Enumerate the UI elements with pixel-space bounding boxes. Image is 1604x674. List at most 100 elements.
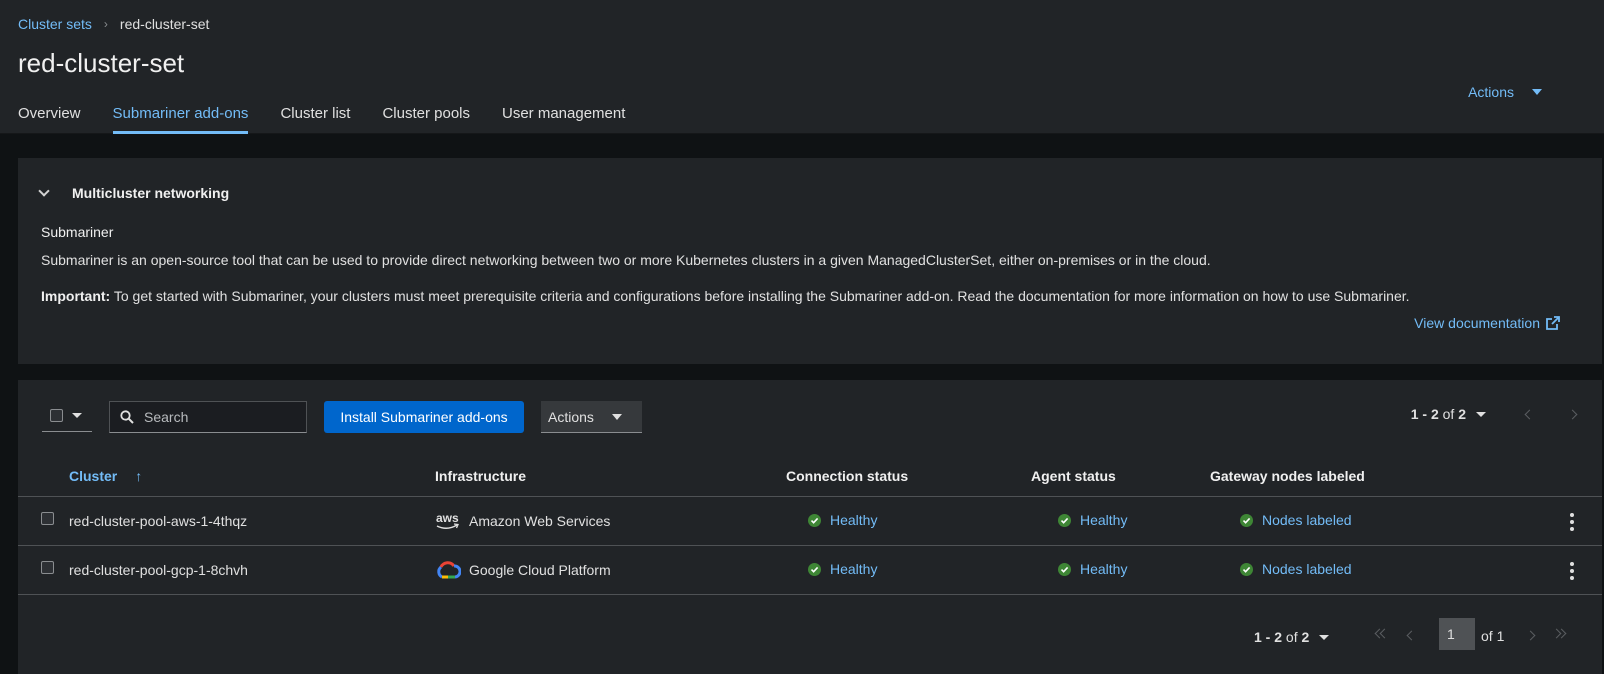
gateway-nodes-label: Nodes labeled: [1262, 561, 1352, 577]
bottom-pagination-count-toggle[interactable]: 1 - 2 of 2: [1254, 629, 1330, 645]
infrastructure-cell: aws Amazon Web Services: [435, 510, 610, 532]
tab-user-management[interactable]: User management: [502, 105, 625, 134]
cluster-name: red-cluster-pool-gcp-1-8chvh: [69, 562, 248, 578]
install-submariner-button[interactable]: Install Submariner add-ons: [324, 401, 524, 433]
bottom-pagination-of: of: [1285, 629, 1298, 645]
connection-status[interactable]: Healthy: [808, 512, 877, 528]
previous-page-icon[interactable]: [1524, 409, 1535, 419]
connection-status[interactable]: Healthy: [808, 561, 877, 577]
tab-cluster-list[interactable]: Cluster list: [280, 105, 350, 134]
gcp-icon: [435, 559, 461, 581]
cluster-name: red-cluster-pool-aws-1-4thqz: [69, 513, 248, 529]
page-title: red-cluster-set: [18, 48, 185, 78]
page-number-input[interactable]: [1439, 618, 1475, 650]
column-header-agent-status: Agent status: [1031, 468, 1116, 484]
submariner-subtitle: Submariner: [41, 224, 114, 240]
caret-down-icon: [611, 413, 622, 420]
submariner-table-card: Install Submariner add-ons Actions 1 - 2…: [18, 380, 1602, 674]
column-header-infrastructure: Infrastructure: [435, 468, 527, 484]
multicluster-networking-card: Multicluster networking Submariner Subma…: [18, 158, 1602, 364]
caret-down-icon: [72, 413, 82, 418]
gateway-nodes-status[interactable]: Nodes labeled: [1240, 561, 1352, 577]
toolbar-actions-dropdown[interactable]: Actions: [541, 401, 642, 433]
caret-down-icon: [1319, 634, 1330, 640]
breadcrumb-separator-icon: ›: [103, 17, 108, 31]
bulk-select-dropdown[interactable]: [42, 400, 92, 432]
infrastructure-cell: Google Cloud Platform: [435, 559, 611, 581]
agent-status-label: Healthy: [1080, 561, 1128, 577]
row-select-checkbox[interactable]: [41, 561, 54, 574]
tab-overview[interactable]: Overview: [18, 105, 81, 134]
important-label: Important:: [41, 288, 111, 304]
search-input[interactable]: [144, 409, 294, 425]
caret-down-icon: [1476, 411, 1486, 417]
column-header-gateway-nodes: Gateway nodes labeled: [1210, 468, 1365, 484]
header-actions-label: Actions: [1468, 84, 1514, 100]
pagination-count-toggle[interactable]: 1 - 2 of 2: [1411, 406, 1486, 422]
next-page-icon[interactable]: [1525, 630, 1536, 641]
breadcrumb: Cluster sets › red-cluster-set: [18, 16, 209, 32]
multicluster-networking-toggle[interactable]: Multicluster networking: [38, 185, 230, 201]
page-header: Cluster sets › red-cluster-set red-clust…: [0, 0, 1604, 134]
first-page-icon[interactable]: [1374, 628, 1390, 639]
bottom-pagination-range: 1 - 2: [1254, 629, 1283, 645]
row-actions-kebab-icon[interactable]: [1570, 513, 1574, 531]
tab-submariner-add-ons[interactable]: Submariner add-ons: [112, 105, 248, 134]
svg-text:aws: aws: [436, 511, 459, 525]
infrastructure-name: Google Cloud Platform: [469, 562, 611, 578]
view-documentation-link[interactable]: View documentation: [1414, 315, 1560, 331]
search-box: [109, 401, 307, 433]
column-header-cluster-label: Cluster: [69, 468, 118, 484]
connection-status-label: Healthy: [830, 561, 878, 577]
search-icon: [120, 410, 134, 424]
row-select-checkbox[interactable]: [41, 512, 54, 525]
important-text: To get started with Submariner, your clu…: [110, 288, 1410, 304]
check-circle-icon: [808, 513, 821, 527]
agent-status[interactable]: Healthy: [1058, 512, 1127, 528]
check-circle-icon: [1240, 513, 1253, 527]
page-count-label: of 1: [1481, 628, 1505, 644]
bulk-select-checkbox[interactable]: [50, 409, 63, 422]
submariner-description: Submariner is an open-source tool that c…: [41, 252, 1211, 268]
aws-icon: aws: [435, 510, 461, 532]
infrastructure-name: Amazon Web Services: [469, 513, 611, 529]
sort-ascending-icon: ↑: [135, 468, 143, 484]
toolbar-actions-label: Actions: [548, 408, 594, 425]
bottom-pagination-total: 2: [1301, 629, 1310, 645]
caret-down-icon: [1532, 89, 1542, 95]
chevron-down-icon: [38, 185, 50, 197]
gateway-nodes-label: Nodes labeled: [1262, 512, 1352, 528]
bottom-pagination: 1 - 2 of 2 of 1: [18, 618, 1602, 654]
check-circle-icon: [1058, 562, 1071, 576]
pagination-range: 1 - 2: [1410, 406, 1439, 422]
breadcrumb-current: red-cluster-set: [119, 16, 210, 32]
submariner-table: Cluster ↑ Infrastructure Connection stat…: [18, 455, 1602, 595]
check-circle-icon: [1058, 513, 1071, 527]
top-pagination: 1 - 2 of 2: [1411, 406, 1578, 422]
check-circle-icon: [808, 562, 821, 576]
previous-page-icon[interactable]: [1406, 630, 1417, 641]
gateway-nodes-status[interactable]: Nodes labeled: [1240, 512, 1352, 528]
external-link-icon: [1546, 316, 1560, 330]
tabs: Overview Submariner add-ons Cluster list…: [18, 105, 657, 134]
check-circle-icon: [1240, 562, 1253, 576]
tab-cluster-pools[interactable]: Cluster pools: [382, 105, 470, 134]
view-documentation-label: View documentation: [1414, 315, 1540, 331]
agent-status-label: Healthy: [1080, 512, 1128, 528]
multicluster-networking-title: Multicluster networking: [72, 185, 230, 201]
header-actions-dropdown[interactable]: Actions: [1468, 84, 1542, 100]
connection-status-label: Healthy: [830, 512, 878, 528]
table-header: Cluster ↑ Infrastructure Connection stat…: [18, 455, 1602, 497]
table-row: red-cluster-pool-aws-1-4thqz aws Amazon …: [18, 497, 1602, 546]
pagination-of: of: [1442, 406, 1455, 422]
table-row: red-cluster-pool-gcp-1-8chvh Google Clou…: [18, 546, 1602, 595]
breadcrumb-cluster-sets-link[interactable]: Cluster sets: [18, 16, 92, 32]
agent-status[interactable]: Healthy: [1058, 561, 1127, 577]
row-actions-kebab-icon[interactable]: [1570, 562, 1574, 580]
pagination-total: 2: [1458, 406, 1466, 422]
next-page-icon[interactable]: [1567, 409, 1578, 419]
column-header-cluster[interactable]: Cluster ↑: [69, 468, 142, 484]
submariner-important-note: Important: To get started with Submarine…: [41, 288, 1410, 304]
column-header-connection-status: Connection status: [786, 468, 909, 484]
last-page-icon[interactable]: [1551, 628, 1567, 639]
